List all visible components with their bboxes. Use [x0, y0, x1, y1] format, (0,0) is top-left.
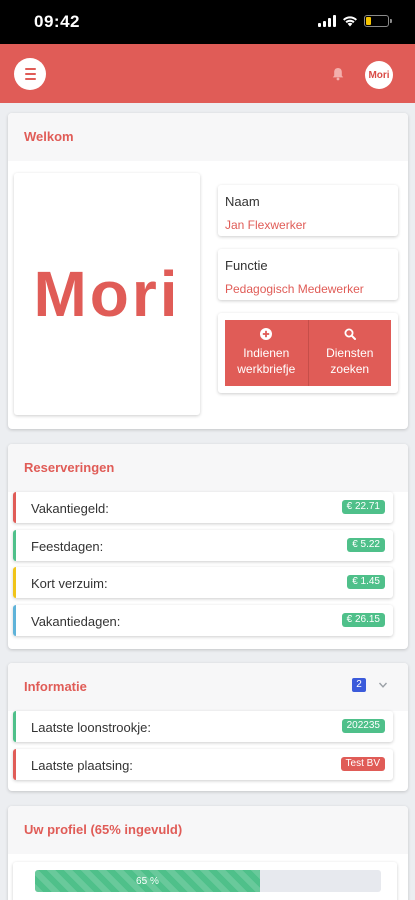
- reservation-row: Vakantiedagen: € 26.15: [13, 605, 393, 636]
- function-value: Pedagogisch Medewerker: [225, 282, 364, 296]
- reservation-label: Feestdagen:: [31, 539, 104, 554]
- hamburger-icon: [24, 68, 36, 70]
- name-field: Naam Jan Flexwerker: [218, 185, 398, 236]
- submit-worksheet-line1: Indienen: [243, 346, 290, 360]
- welcome-card: Welkom Mori Naam Jan Flexwerker Functie …: [8, 113, 408, 429]
- reservations-title: Reserveringen: [8, 444, 408, 492]
- profile-progress-bar: 65 %: [35, 870, 260, 892]
- company-logo: Mori: [14, 173, 200, 415]
- row-edge: [13, 530, 16, 561]
- reservations-card: Reserveringen Vakantiegeld: € 22.71 Fees…: [8, 444, 408, 649]
- menu-button[interactable]: [14, 58, 46, 90]
- profile-title: Uw profiel (65% ingevuld): [8, 806, 408, 854]
- reservation-row: Feestdagen: € 5.22: [13, 530, 393, 561]
- reservation-row: Vakantiegeld: € 22.71: [13, 492, 393, 523]
- name-value: Jan Flexwerker: [225, 218, 307, 232]
- search-shifts-button[interactable]: Diensten zoeken: [307, 320, 391, 386]
- wifi-icon: [343, 16, 357, 27]
- function-label: Functie: [225, 258, 268, 273]
- submit-worksheet-line2: werkbriefje: [237, 362, 296, 376]
- cellular-signal-icon: [318, 15, 336, 27]
- name-label: Naam: [225, 194, 260, 209]
- reservation-amount-badge: € 26.15: [341, 613, 385, 627]
- information-row: Laatste plaatsing: Test BV: [13, 749, 393, 780]
- plus-circle-icon: [260, 328, 273, 340]
- reservation-label: Vakantiedagen:: [31, 614, 121, 629]
- reservation-amount-badge: € 22.71: [341, 500, 385, 514]
- reservation-row: Kort verzuim: € 1.45: [13, 567, 393, 598]
- battery-icon: [364, 15, 392, 27]
- search-icon: [344, 328, 356, 340]
- information-row: Laatste loonstrookje: 202235: [13, 711, 393, 742]
- status-time: 09:42: [34, 12, 80, 31]
- information-title: Informatie: [24, 679, 87, 694]
- status-bar: 09:42: [0, 0, 415, 44]
- row-edge: [13, 567, 16, 598]
- reservation-label: Vakantiegeld:: [31, 501, 109, 516]
- welcome-title: Welkom: [8, 113, 408, 161]
- search-shifts-line1: Diensten: [326, 346, 374, 360]
- information-value-badge: Test BV: [340, 757, 385, 771]
- reservation-label: Kort verzuim:: [31, 576, 108, 591]
- row-edge: [13, 605, 16, 636]
- avatar[interactable]: Mori: [365, 61, 393, 89]
- row-edge: [13, 711, 16, 742]
- profile-card: Uw profiel (65% ingevuld) 65 %: [8, 806, 408, 900]
- information-label: Laatste plaatsing:: [31, 758, 133, 773]
- quick-actions: Indienen werkbriefje Diensten zoeken: [218, 313, 398, 393]
- reservation-amount-badge: € 5.22: [347, 538, 385, 552]
- chevron-down-icon[interactable]: [378, 680, 388, 690]
- row-edge: [13, 749, 16, 780]
- information-card: Informatie 2 Laatste loonstrookje: 20223…: [8, 663, 408, 791]
- function-field: Functie Pedagogisch Medewerker: [218, 249, 398, 300]
- profile-progress-container: 65 %: [13, 862, 397, 900]
- logo-text: Mori: [33, 258, 181, 330]
- information-value-badge: 202235: [341, 719, 385, 733]
- profile-progress-track: 65 %: [35, 870, 381, 892]
- information-count-badge: 2: [352, 678, 366, 692]
- information-label: Laatste loonstrookje:: [31, 720, 151, 735]
- reservation-amount-badge: € 1.45: [347, 575, 385, 589]
- row-edge: [13, 492, 16, 523]
- status-icons: [318, 15, 392, 27]
- bell-icon[interactable]: [331, 67, 345, 81]
- information-header[interactable]: Informatie 2: [8, 663, 408, 711]
- search-shifts-line2: zoeken: [330, 362, 370, 376]
- app-bar: Mori: [0, 44, 415, 103]
- submit-worksheet-button[interactable]: Indienen werkbriefje: [225, 320, 308, 386]
